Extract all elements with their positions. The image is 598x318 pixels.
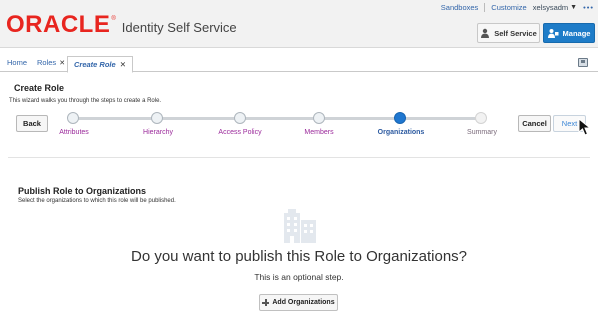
tab-create-role[interactable]: Create Role ✕ xyxy=(67,56,133,73)
chevron-down-icon[interactable]: ▼ xyxy=(570,4,577,11)
manage-users-icon xyxy=(547,29,559,38)
product-name: Identity Self Service xyxy=(121,20,237,35)
customize-link[interactable]: Customize xyxy=(491,3,526,12)
tab-bar: Home Roles ✕ Create Role ✕ xyxy=(0,52,598,73)
tab-roles[interactable]: Roles ✕ xyxy=(37,58,65,67)
add-organizations-button[interactable]: Add Organizations xyxy=(259,294,338,311)
train-stop-access-policy[interactable] xyxy=(234,112,246,124)
save-icon[interactable] xyxy=(578,58,588,67)
step-label-access-policy[interactable]: Access Policy xyxy=(218,129,261,136)
user-menu[interactable]: xelsysadm xyxy=(533,3,568,12)
organization-icon xyxy=(284,209,316,243)
brand-name: ORACLE xyxy=(6,11,111,38)
more-options-icon[interactable]: ••• xyxy=(583,3,594,12)
self-service-button[interactable]: Self Service xyxy=(477,23,540,43)
optional-note: This is an optional step. xyxy=(254,272,344,282)
step-label-members[interactable]: Members xyxy=(304,129,333,136)
page-description: This wizard walks you through the steps … xyxy=(9,98,162,104)
section-divider xyxy=(8,157,590,158)
train-stop-summary xyxy=(475,112,487,124)
sandboxes-link[interactable]: Sandboxes xyxy=(441,3,479,12)
tab-label: Create Role xyxy=(74,60,116,69)
train-track xyxy=(74,117,482,120)
oracle-logo: ORACLE ® Identity Self Service xyxy=(6,11,237,38)
person-icon xyxy=(481,28,490,38)
section-title: Publish Role to Organizations xyxy=(18,186,147,196)
section-description: Select the organizations to which this r… xyxy=(18,198,176,204)
step-label-hierarchy[interactable]: Hierarchy xyxy=(143,129,173,136)
back-button[interactable]: Back xyxy=(16,115,48,132)
publish-question: Do you want to publish this Role to Orga… xyxy=(130,248,468,265)
close-icon[interactable]: ✕ xyxy=(120,60,126,69)
close-icon[interactable]: ✕ xyxy=(59,59,65,67)
tab-label: Roles xyxy=(37,58,57,67)
tab-home[interactable]: Home xyxy=(7,58,27,67)
global-links: Sandboxes Customize xelsysadm ▼ ••• xyxy=(441,3,594,12)
train-stop-attributes[interactable] xyxy=(67,112,79,124)
train-stop-organizations[interactable] xyxy=(394,112,406,124)
step-label-organizations[interactable]: Organizations xyxy=(378,129,425,136)
train-stop-hierarchy[interactable] xyxy=(151,112,163,124)
link-separator xyxy=(484,3,486,12)
train-stop-members[interactable] xyxy=(313,112,325,124)
self-service-label: Self Service xyxy=(494,28,537,38)
tab-label: Home xyxy=(7,58,28,67)
manage-button[interactable]: Manage xyxy=(543,23,595,43)
mouse-pointer-icon xyxy=(578,118,592,136)
app-header: ORACLE ® Identity Self Service Sandboxes… xyxy=(0,0,598,48)
add-organizations-label: Add Organizations xyxy=(272,299,335,306)
step-label-attributes[interactable]: Attributes xyxy=(59,129,89,136)
cancel-button[interactable]: Cancel xyxy=(518,115,551,132)
manage-label: Manage xyxy=(562,28,591,38)
plus-icon xyxy=(262,299,270,306)
step-label-summary: Summary xyxy=(467,129,497,136)
page-title: Create Role xyxy=(14,83,65,93)
